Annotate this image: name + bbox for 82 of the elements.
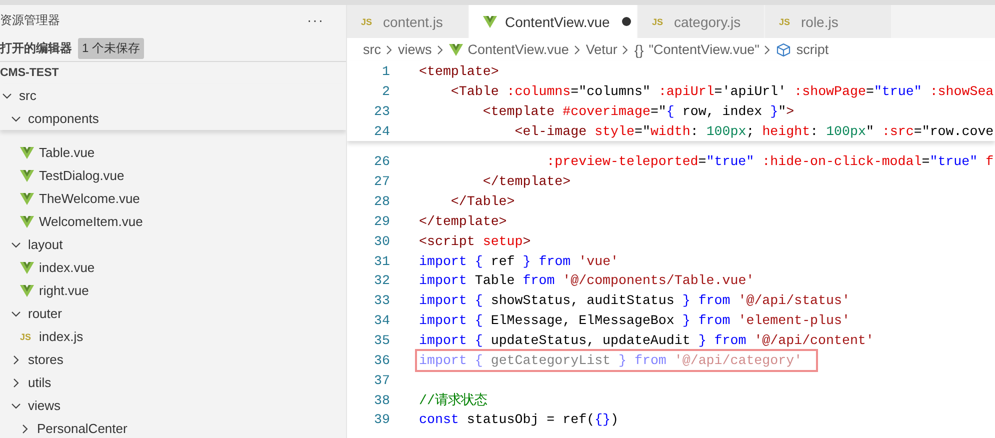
chevron-right-icon xyxy=(574,44,581,54)
file-tree-item[interactable]: components xyxy=(0,107,346,130)
chevron-right-icon xyxy=(436,44,444,54)
code-line: <Table :columns="columns" :apiUrl='apiUrl' :showPage="true" :showSea xyxy=(450,84,994,98)
vue-file-icon xyxy=(20,146,34,158)
editor-tab[interactable]: ContentView.vue xyxy=(469,5,638,38)
code-line: </Table> xyxy=(450,194,515,210)
editor-tab[interactable]: JS role.js xyxy=(765,5,892,38)
vue-file-icon xyxy=(20,216,34,228)
code-line: import { updateStatus, updateAudit } from '@/api/content' xyxy=(419,333,874,348)
code-line: import Table from '@/components/Table.vue' xyxy=(419,273,754,288)
line-number: 31 xyxy=(373,254,390,269)
code-line: :preview-teleported="true" :hide-on-click-modal="true" f xyxy=(546,154,994,170)
breadcrumb-item[interactable]: src xyxy=(363,42,381,57)
file-tree-item[interactable]: right.vue xyxy=(0,279,346,302)
code-line: import { ElMessage, ElMessageBox } from 'element-plus' xyxy=(419,313,850,328)
line-number: 37 xyxy=(373,372,390,388)
vue-file-icon xyxy=(20,284,34,296)
file-tree-item[interactable]: router xyxy=(0,302,346,325)
vue-file-icon xyxy=(20,170,34,182)
breadcrumb-item[interactable]: Vetur xyxy=(586,42,618,57)
breadcrumb-item[interactable]: ContentView.vue xyxy=(468,42,569,57)
code-line: <template #coverimage="{ row, index }"> xyxy=(482,104,794,118)
line-number: 32 xyxy=(373,273,390,288)
vue-file-icon xyxy=(20,262,34,274)
line-number: 23 xyxy=(373,104,390,118)
file-tree-item[interactable]: index.vue xyxy=(0,256,346,279)
line-number: 28 xyxy=(373,194,390,210)
file-tree-item[interactable]: utils xyxy=(0,371,346,394)
js-file-icon: JS xyxy=(652,16,666,26)
line-number: 34 xyxy=(373,313,390,328)
file-tree-item[interactable]: WelcomeItem.vue xyxy=(0,210,346,233)
project-header[interactable]: CMS-TEST xyxy=(0,62,346,84)
vue-file-icon xyxy=(20,192,34,204)
code-line: const statusObj = ref({}) xyxy=(419,412,619,428)
breadcrumb-item[interactable]: "ContentView.vue" xyxy=(648,42,760,57)
line-number: 36 xyxy=(373,352,390,368)
line-number: 27 xyxy=(373,174,390,190)
breadcrumb-item[interactable]: views xyxy=(398,42,432,57)
file-tree-item[interactable]: Table.vue xyxy=(0,141,346,164)
vue-file-icon xyxy=(448,44,463,56)
file-tree-item[interactable]: layout xyxy=(0,233,346,256)
line-number: 38 xyxy=(373,392,390,408)
code-line: </template> xyxy=(482,174,571,190)
editor-tab[interactable]: JS category.js xyxy=(638,5,765,38)
line-number: 1 xyxy=(381,64,390,78)
line-number: 29 xyxy=(373,214,390,229)
file-tree-item[interactable]: src xyxy=(0,84,346,107)
code-line: import { showStatus, auditStatus } from '@/api/status' xyxy=(419,293,850,308)
file-tree-item[interactable]: TestDialog.vue xyxy=(0,164,346,187)
code-line: import { ref } from 'vue' xyxy=(419,254,619,269)
js-file-icon: JS xyxy=(20,332,34,342)
code-line: </template> xyxy=(419,214,507,229)
line-number: 24 xyxy=(373,124,390,138)
explorer-title: 资源管理器 xyxy=(0,12,60,28)
js-file-icon: JS xyxy=(361,16,375,26)
breadcrumb-item[interactable]: script xyxy=(796,42,829,57)
line-number: 39 xyxy=(373,412,390,428)
file-tree-item[interactable]: PersonalCenter xyxy=(0,417,346,438)
code-line: <template> xyxy=(419,64,499,78)
code-line: //请求状态 xyxy=(419,392,487,410)
chevron-right-icon xyxy=(764,44,772,54)
line-number: 26 xyxy=(373,154,390,170)
js-file-icon: JS xyxy=(779,16,793,26)
more-actions-button[interactable]: ··· xyxy=(307,12,324,28)
code-line: <el-image style="width: 100px; height: 100px" :src="row.cove xyxy=(514,124,994,138)
editor-tab[interactable]: JS content.js xyxy=(347,5,469,38)
file-tree-item[interactable]: stores xyxy=(0,348,346,371)
file-tree-item[interactable]: views xyxy=(0,394,346,417)
unsaved-badge: 1 个未保存 xyxy=(78,38,144,58)
file-tree-item[interactable]: JS index.js xyxy=(0,325,346,348)
file-tree-item[interactable]: TheWelcome.vue xyxy=(0,187,346,210)
chevron-right-icon xyxy=(386,44,393,54)
line-number: 35 xyxy=(373,333,390,348)
braces-icon: {} xyxy=(634,42,644,58)
chevron-right-icon xyxy=(622,44,630,54)
code-line: <script setup> xyxy=(419,234,531,249)
vue-file-icon xyxy=(483,16,497,28)
cube-icon xyxy=(776,42,792,56)
line-number: 33 xyxy=(373,293,390,308)
line-number: 30 xyxy=(373,234,390,249)
line-number: 2 xyxy=(381,84,390,98)
